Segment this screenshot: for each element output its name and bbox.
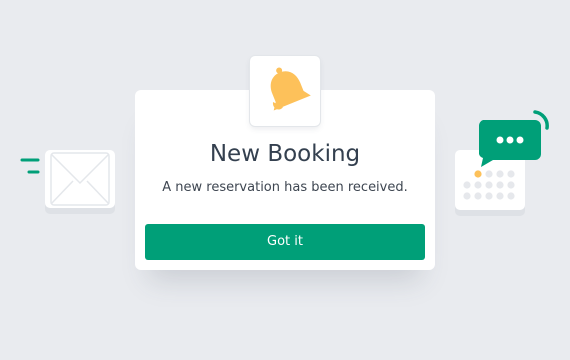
envelope-card	[45, 150, 115, 208]
speed-lines-icon	[20, 158, 40, 174]
signal-arc-icon	[533, 110, 549, 130]
dialog-title: New Booking	[209, 141, 361, 167]
bell-tile	[250, 56, 320, 126]
got-it-button[interactable]: Got it	[145, 224, 425, 260]
envelope-icon	[50, 152, 110, 206]
bell-icon	[270, 67, 311, 111]
dialog-message: A new reservation has been received.	[162, 180, 408, 195]
